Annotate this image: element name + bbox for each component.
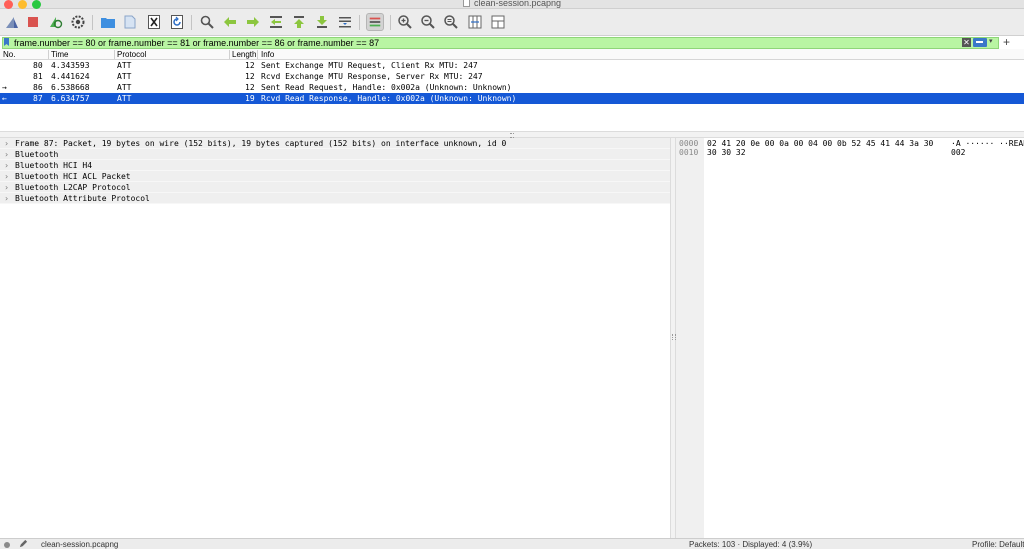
column-separator[interactable] bbox=[114, 50, 115, 59]
column-separator[interactable] bbox=[229, 50, 230, 59]
column-separator[interactable] bbox=[257, 50, 258, 59]
zoom-normal-icon[interactable] bbox=[442, 13, 460, 31]
tree-item-hci-acl[interactable]: › Bluetooth HCI ACL Packet bbox=[0, 171, 670, 182]
packet-bytes-pane: 0000 02 41 20 0e 00 0a 00 04 00 0b 52 45… bbox=[676, 138, 1024, 538]
status-bar: clean-session.pcapng Packets: 103 · Disp… bbox=[0, 538, 1024, 549]
go-forward-icon[interactable] bbox=[244, 13, 262, 31]
packet-row[interactable]: 80 4.343593 ATT 12 Sent Exchange MTU Req… bbox=[0, 60, 1024, 71]
expand-chevron-icon[interactable]: › bbox=[5, 193, 8, 204]
window-title: clean-session.pcapng bbox=[0, 0, 1024, 8]
expand-chevron-icon[interactable]: › bbox=[5, 149, 8, 160]
packet-time: 4.343593 bbox=[51, 61, 90, 70]
packet-protocol: ATT bbox=[117, 61, 132, 70]
bytes-row[interactable]: 0010 30 30 32 002 bbox=[676, 148, 1024, 158]
toolbar-separator bbox=[390, 15, 391, 30]
find-packet-icon[interactable] bbox=[198, 13, 216, 31]
ascii-bytes[interactable]: 002 bbox=[951, 148, 965, 158]
pane-splitter-horizontal[interactable] bbox=[0, 131, 1024, 138]
column-separator[interactable] bbox=[48, 50, 49, 59]
start-capture-icon[interactable] bbox=[3, 13, 21, 31]
apply-filter-button[interactable] bbox=[973, 38, 987, 47]
go-first-icon[interactable] bbox=[290, 13, 308, 31]
packet-number: 87 bbox=[33, 94, 43, 103]
title-bar: clean-session.pcapng bbox=[0, 0, 1024, 9]
main-toolbar bbox=[0, 9, 1024, 36]
restart-capture-icon[interactable] bbox=[46, 13, 64, 31]
expand-chevron-icon[interactable]: › bbox=[5, 160, 8, 171]
document-icon bbox=[462, 0, 470, 7]
status-profile[interactable]: Profile: Default bbox=[972, 539, 1024, 549]
packet-info: Rcvd Read Response, Handle: 0x002a (Unkn… bbox=[261, 94, 517, 103]
column-header-time[interactable]: Time bbox=[51, 50, 111, 59]
column-header-length[interactable]: Length bbox=[232, 50, 256, 59]
toolbar-separator bbox=[359, 15, 360, 30]
column-header-no[interactable]: No. bbox=[3, 50, 43, 59]
byte-offset: 0010 bbox=[679, 148, 699, 157]
add-filter-button[interactable]: + bbox=[1003, 35, 1010, 49]
packet-info: Sent Read Request, Handle: 0x002a (Unkno… bbox=[261, 83, 512, 92]
open-file-icon[interactable] bbox=[99, 13, 117, 31]
toolbar-separator bbox=[191, 15, 192, 30]
filter-history-dropdown[interactable]: ▾ bbox=[989, 37, 993, 45]
tree-item-frame[interactable]: › Frame 87: Packet, 19 bytes on wire (15… bbox=[0, 138, 670, 149]
tree-item-bluetooth[interactable]: › Bluetooth bbox=[0, 149, 670, 160]
capture-options-icon[interactable] bbox=[69, 13, 87, 31]
packet-protocol: ATT bbox=[117, 94, 132, 103]
tree-item-l2cap[interactable]: › Bluetooth L2CAP Protocol bbox=[0, 182, 670, 193]
packet-details-tree: › Frame 87: Packet, 19 bytes on wire (15… bbox=[0, 138, 670, 538]
toolbar-separator bbox=[92, 15, 93, 30]
packet-row[interactable]: 81 4.441624 ATT 12 Rcvd Exchange MTU Res… bbox=[0, 71, 1024, 82]
capture-comment-icon[interactable] bbox=[19, 539, 28, 549]
packet-list: No. Time Protocol Length Info 80 4.34359… bbox=[0, 49, 1024, 131]
packet-length: 12 bbox=[245, 61, 255, 70]
zoom-in-icon[interactable] bbox=[396, 13, 414, 31]
packet-time: 6.634757 bbox=[51, 94, 90, 103]
packet-row[interactable]: → 86 6.538668 ATT 12 Sent Read Request, … bbox=[0, 82, 1024, 93]
packet-protocol: ATT bbox=[117, 72, 132, 81]
status-file-name: clean-session.pcapng bbox=[41, 540, 119, 549]
reload-file-icon[interactable] bbox=[168, 13, 186, 31]
tree-item-hci-h4[interactable]: › Bluetooth HCI H4 bbox=[0, 160, 670, 171]
status-packet-counts: Packets: 103 · Displayed: 4 (3.9%) bbox=[689, 540, 813, 549]
expand-chevron-icon[interactable]: › bbox=[5, 171, 8, 182]
expand-chevron-icon[interactable]: › bbox=[5, 182, 8, 193]
packet-length: 19 bbox=[245, 94, 255, 103]
related-packet-marker: ← bbox=[2, 94, 7, 103]
expert-info-icon[interactable] bbox=[4, 542, 10, 548]
colorize-icon[interactable] bbox=[366, 13, 384, 31]
packet-info: Sent Exchange MTU Request, Client Rx MTU… bbox=[261, 61, 478, 70]
packet-time: 4.441624 bbox=[51, 72, 90, 81]
packet-length: 12 bbox=[245, 72, 255, 81]
clear-filter-button[interactable]: ✕ bbox=[962, 38, 971, 47]
save-file-icon[interactable] bbox=[121, 13, 139, 31]
resize-columns-icon[interactable] bbox=[466, 13, 484, 31]
packet-length: 12 bbox=[245, 83, 255, 92]
go-to-packet-icon[interactable] bbox=[267, 13, 285, 31]
packet-protocol: ATT bbox=[117, 83, 132, 92]
go-back-icon[interactable] bbox=[221, 13, 239, 31]
display-filter-input[interactable] bbox=[2, 37, 999, 49]
packet-info: Rcvd Exchange MTU Response, Server Rx MT… bbox=[261, 72, 483, 81]
expand-chevron-icon[interactable]: › bbox=[5, 138, 8, 149]
display-filter-bar: ✕ ▾ + bbox=[0, 35, 1024, 49]
close-file-icon[interactable] bbox=[145, 13, 163, 31]
packet-row-selected[interactable]: ← 87 6.634757 ATT 19 Rcvd Read Response,… bbox=[0, 93, 1024, 104]
stop-capture-icon[interactable] bbox=[24, 13, 42, 31]
packet-list-header: No. Time Protocol Length Info bbox=[0, 49, 1024, 60]
column-header-protocol[interactable]: Protocol bbox=[117, 50, 227, 59]
column-header-info[interactable]: Info bbox=[261, 50, 341, 59]
packet-number: 86 bbox=[33, 83, 43, 92]
related-packet-marker: → bbox=[2, 83, 7, 92]
tree-item-att[interactable]: › Bluetooth Attribute Protocol bbox=[0, 193, 670, 204]
packet-number: 81 bbox=[33, 72, 43, 81]
go-last-icon[interactable] bbox=[313, 13, 331, 31]
offset-gutter bbox=[676, 138, 704, 538]
packet-number: 80 bbox=[33, 61, 43, 70]
auto-scroll-icon[interactable] bbox=[336, 13, 354, 31]
hex-bytes[interactable]: 30 30 32 bbox=[707, 148, 746, 158]
layout-icon[interactable] bbox=[489, 13, 507, 31]
packet-time: 6.538668 bbox=[51, 83, 90, 92]
zoom-out-icon[interactable] bbox=[419, 13, 437, 31]
